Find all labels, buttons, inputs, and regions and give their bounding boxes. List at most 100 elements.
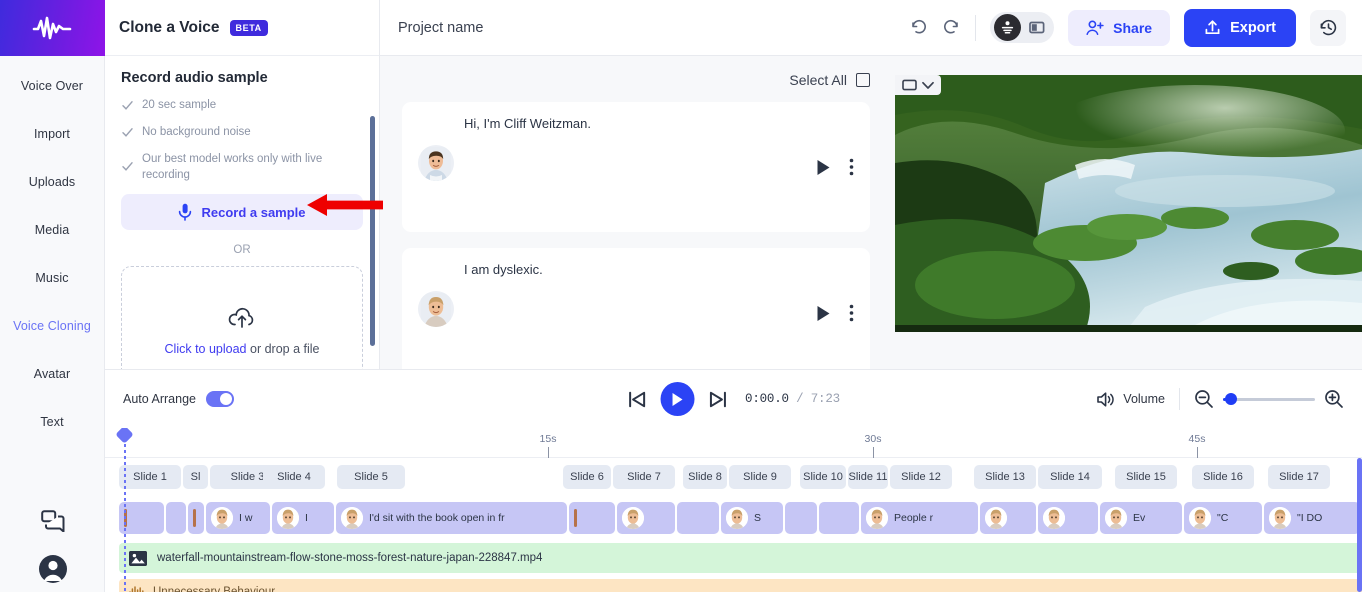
voiceover-clip[interactable]: "I DO [1264, 502, 1360, 534]
music-clip[interactable]: Unnecessary Behaviour [119, 579, 1362, 592]
slide-chip[interactable]: Slide 15 [1115, 465, 1177, 489]
voiceover-clip[interactable] [119, 502, 164, 534]
share-button[interactable]: Share [1068, 10, 1170, 46]
skip-to-end-icon[interactable] [708, 390, 727, 409]
auto-arrange-control[interactable]: Auto Arrange [123, 391, 234, 407]
project-name[interactable]: Project name [398, 20, 483, 36]
slide-chip[interactable]: Slide 1 [119, 465, 181, 489]
slide-chip[interactable]: Slide 7 [613, 465, 675, 489]
view-mode-board-option[interactable] [1023, 14, 1050, 41]
voiceover-clip[interactable]: Ev [1100, 502, 1182, 534]
more-vertical-icon[interactable] [849, 304, 854, 322]
redo-arrow-icon[interactable] [942, 18, 961, 37]
clip-avatar [622, 507, 644, 529]
timeline-zoom-control [1194, 389, 1344, 409]
slide-chip[interactable]: Slide 16 [1192, 465, 1254, 489]
app-logo[interactable] [0, 0, 105, 56]
voiceover-clip[interactable] [785, 502, 817, 534]
sidebar-item-text[interactable]: Text [0, 398, 104, 446]
zoom-slider[interactable] [1223, 398, 1315, 401]
playback-toolbar: Auto Arrange 0:00.0 / 7:23 [105, 369, 1362, 428]
zoom-out-icon[interactable] [1194, 389, 1214, 409]
play-button[interactable] [660, 382, 694, 416]
check-icon [121, 126, 134, 139]
slide-chip[interactable]: Slide 10 [800, 465, 846, 489]
zoom-in-icon[interactable] [1324, 389, 1344, 409]
board-layout-icon [1029, 21, 1045, 34]
version-history-button[interactable] [1310, 10, 1346, 46]
voiceover-clip[interactable]: S [721, 502, 783, 534]
timeline[interactable]: 15s 30s 45s Slide 1SlSlide 3Slide 4Slide… [105, 428, 1362, 592]
select-all-control[interactable]: Select All [402, 72, 870, 88]
beta-badge: BETA [230, 20, 268, 36]
slide-chip[interactable]: Slide 9 [729, 465, 791, 489]
voiceover-clip[interactable]: I'd sit with the book open in fr [336, 502, 567, 534]
transport-controls: 0:00.0 / 7:23 [627, 382, 840, 416]
voiceover-clip[interactable]: People r [861, 502, 978, 534]
sidebar-item-import[interactable]: Import [0, 110, 104, 158]
avatar [418, 145, 454, 181]
chat-bubbles-icon[interactable] [41, 510, 65, 532]
image-glyph-icon [129, 551, 147, 566]
script-card[interactable]: I am dyslexic. [402, 248, 870, 369]
voiceover-clip[interactable] [819, 502, 859, 534]
voiceover-clip[interactable]: "C [1184, 502, 1262, 534]
view-mode-script-option[interactable] [994, 14, 1021, 41]
zoom-slider-handle[interactable] [1225, 393, 1237, 405]
play-icon[interactable] [816, 159, 831, 176]
sidebar-item-uploads[interactable]: Uploads [0, 158, 104, 206]
sidebar-item-media[interactable]: Media [0, 206, 104, 254]
voiceover-clip[interactable] [569, 502, 615, 534]
sidebar-item-voice-cloning[interactable]: Voice Cloning [0, 302, 104, 350]
export-button[interactable]: Export [1184, 9, 1296, 47]
slide-chip[interactable]: Slide 4 [263, 465, 325, 489]
slide-chip[interactable]: Slide 8 [683, 465, 727, 489]
voiceover-clip[interactable]: I [272, 502, 334, 534]
media-clip[interactable]: waterfall-mountainstream-flow-stone-moss… [119, 543, 1362, 573]
slides-track[interactable]: Slide 1SlSlide 3Slide 4Slide 5Slide 6Sli… [105, 458, 1362, 496]
sidebar-item-music[interactable]: Music [0, 254, 104, 302]
voiceover-track[interactable]: I wII'd sit with the book open in fr S Peo… [105, 498, 1362, 538]
more-vertical-icon[interactable] [849, 158, 854, 176]
video-canvas[interactable] [895, 75, 1362, 332]
voiceover-clip[interactable] [188, 502, 204, 534]
voiceover-clip[interactable] [677, 502, 719, 534]
upload-link-text[interactable]: Click to upload [165, 342, 247, 356]
slide-chip[interactable]: Slide 14 [1038, 465, 1102, 489]
skip-to-start-icon[interactable] [627, 390, 646, 409]
view-mode-toggle[interactable] [990, 12, 1054, 43]
voiceover-clip[interactable] [980, 502, 1036, 534]
voiceover-clip[interactable]: I w [206, 502, 270, 534]
script-card[interactable]: Hi, I'm Cliff Weitzman. [402, 102, 870, 232]
slide-chip[interactable]: Slide 13 [974, 465, 1036, 489]
undo-arrow-icon[interactable] [909, 18, 928, 37]
slide-chip[interactable]: Slide 12 [890, 465, 952, 489]
music-track[interactable]: Unnecessary Behaviour [105, 579, 1362, 592]
slide-chip[interactable]: Slide 11 [848, 465, 888, 489]
timeline-vertical-scrollbar[interactable] [1357, 458, 1362, 592]
media-track[interactable]: waterfall-mountainstream-flow-stone-moss… [105, 541, 1362, 575]
slide-chip[interactable]: Slide 17 [1268, 465, 1330, 489]
aspect-ratio-dropdown[interactable] [895, 75, 941, 95]
script-card-row [418, 145, 854, 181]
play-icon [671, 392, 684, 407]
voiceover-clip[interactable] [1038, 502, 1098, 534]
play-icon[interactable] [816, 305, 831, 322]
sidebar-item-avatar[interactable]: Avatar [0, 350, 104, 398]
voiceover-clip[interactable] [166, 502, 186, 534]
version-history-icon [1319, 18, 1338, 37]
sidebar-item-voice-over[interactable]: Voice Over [0, 62, 104, 110]
slide-chip[interactable]: Slide 6 [563, 465, 611, 489]
voiceover-clip[interactable] [617, 502, 675, 534]
upload-rest-text: or drop a file [247, 342, 320, 356]
auto-arrange-toggle[interactable] [206, 391, 234, 407]
select-all-checkbox[interactable] [856, 73, 870, 87]
slide-chip[interactable]: Sl [183, 465, 208, 489]
timeline-ruler[interactable]: 15s 30s 45s [105, 428, 1362, 458]
slide-chip[interactable]: Slide 5 [337, 465, 405, 489]
time-display: 0:00.0 / 7:23 [745, 392, 840, 406]
user-avatar-icon[interactable] [38, 554, 68, 584]
volume-control[interactable]: Volume [1096, 391, 1165, 408]
clip-avatar [211, 507, 233, 529]
panel-scrollbar[interactable] [370, 116, 375, 346]
